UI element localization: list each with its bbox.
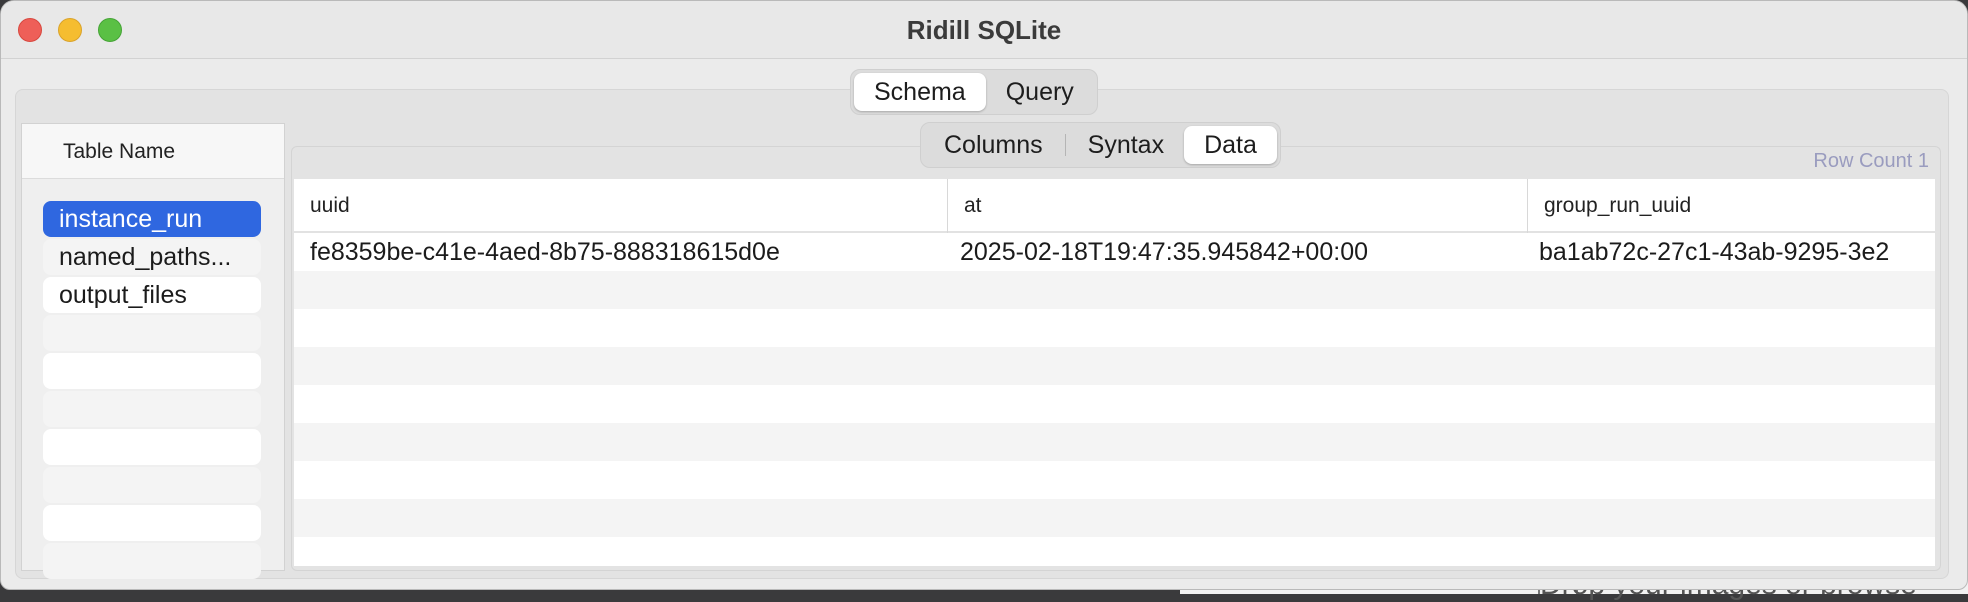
table-item-instance-run[interactable]: instance_run [43,201,261,237]
main-tab-control: Schema Query [850,69,1098,115]
table-item-named-paths[interactable]: named_paths... [43,239,261,275]
sub-tab-control: Columns Syntax Data [920,122,1281,168]
empty-row [294,423,1935,461]
table-list: instance_run named_paths... output_files [43,201,261,581]
empty-row [294,271,1935,309]
empty-row [294,385,1935,423]
list-item-empty [43,467,261,503]
list-item-empty [43,391,261,427]
tab-divider [1064,134,1066,156]
list-item-empty [43,353,261,389]
sidebar-header: Table Name [22,124,284,179]
tab-syntax[interactable]: Syntax [1068,126,1184,164]
tab-columns[interactable]: Columns [924,126,1063,164]
row-count-label: Row Count 1 [1813,150,1929,172]
tab-query[interactable]: Query [986,73,1094,111]
empty-row [294,309,1935,347]
cell-at[interactable]: 2025-02-18T19:47:35.945842+00:00 [947,233,1527,271]
table-item-output-files[interactable]: output_files [43,277,261,313]
tab-data[interactable]: Data [1184,126,1277,164]
table-row[interactable]: fe8359be-c41e-4aed-8b75-888318615d0e 202… [294,233,1935,271]
empty-row [294,537,1935,566]
empty-row [294,347,1935,385]
list-item-empty [43,543,261,579]
data-grid[interactable]: uuid at group_run_uuid fe8359be-c41e-4ae… [294,179,1935,566]
column-header-at[interactable]: at [947,179,1527,233]
grid-header-row: uuid at group_run_uuid [294,179,1935,233]
tab-schema[interactable]: Schema [854,73,986,111]
list-item-empty [43,505,261,541]
table-sidebar: Table Name instance_run named_paths... o… [21,123,285,579]
empty-row [294,461,1935,499]
title-bar: Ridill SQLite [1,1,1967,59]
cell-group-run-uuid[interactable]: ba1ab72c-27c1-43ab-9295-3e2 [1527,233,1935,271]
cell-uuid[interactable]: fe8359be-c41e-4aed-8b75-888318615d0e [294,233,947,271]
list-item-empty [43,315,261,351]
column-header-group-run-uuid[interactable]: group_run_uuid [1527,179,1935,233]
window-title: Ridill SQLite [906,15,1062,45]
column-header-uuid[interactable]: uuid [294,179,947,233]
app-window: Ridill SQLite Schema Query Table Name in… [0,0,1968,590]
list-item-empty [43,429,261,465]
empty-row [294,499,1935,537]
